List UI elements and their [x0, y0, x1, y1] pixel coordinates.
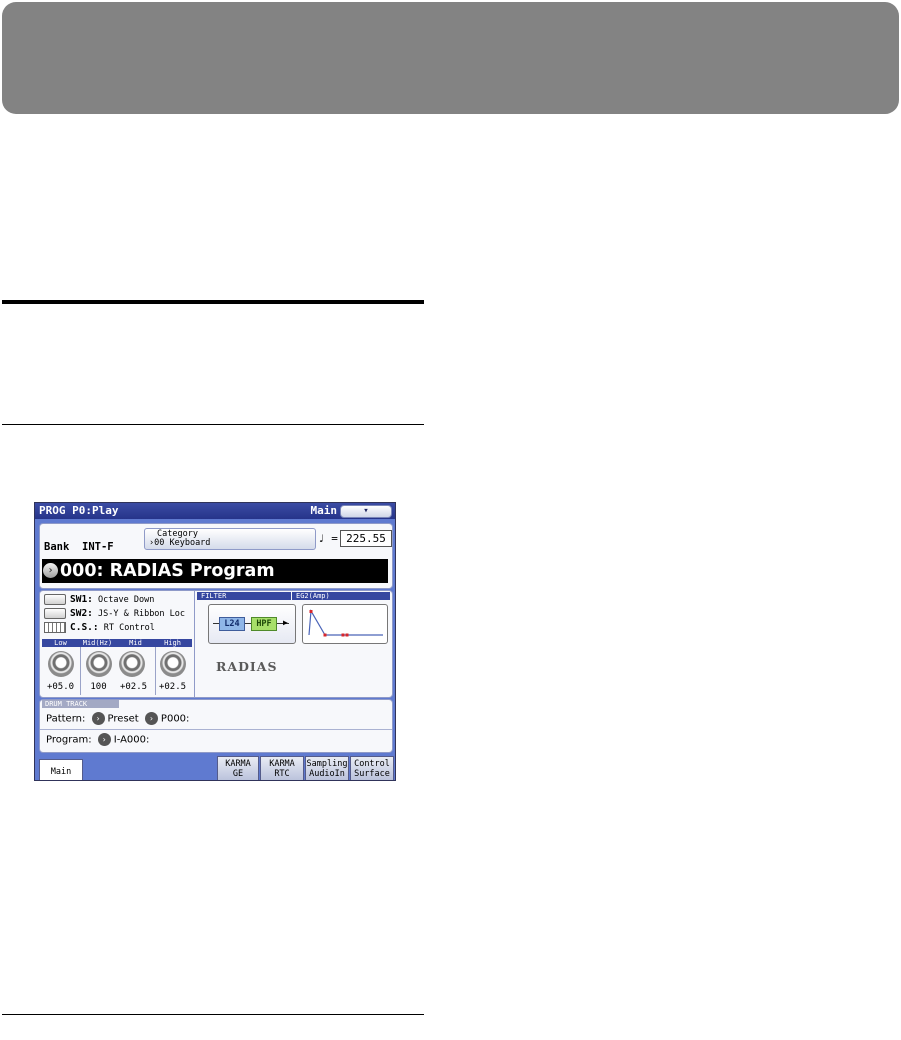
- eq-header: Low Mid(Hz) Mid High: [42, 639, 192, 647]
- pattern-source-arrow-icon[interactable]: ›: [91, 712, 105, 725]
- tab-karma-rtc[interactable]: KARMA RTC: [260, 756, 304, 780]
- cs-row[interactable]: C.S.: RT Control: [44, 622, 155, 634]
- control-surface-icon: [44, 622, 66, 633]
- chevron-down-icon: ▾: [363, 506, 369, 516]
- drum-program-row: Program: › I-A000:: [46, 733, 150, 746]
- eg-envelope-diagram[interactable]: [302, 604, 388, 644]
- program-name[interactable]: 000: RADIAS Program: [60, 559, 275, 583]
- tempo-note-icon: ♩ =: [318, 532, 338, 545]
- filter-hpf: HPF: [251, 617, 277, 631]
- page-menu-button[interactable]: ▾: [340, 505, 392, 518]
- controls-panel: SW1: Octave Down SW2: JS-Y & Ribbon Loc …: [39, 590, 393, 698]
- eq-high-value: +02.5: [158, 682, 187, 692]
- program-select-row[interactable]: › 000: RADIAS Program: [42, 559, 388, 583]
- filter-diagram[interactable]: L24 HPF ▶: [208, 604, 296, 644]
- page-tab-label: Main: [310, 504, 338, 517]
- category-selector[interactable]: Category ›00 Keyboard: [144, 528, 316, 550]
- tab-sampling-audioin[interactable]: Sampling AudioIn: [305, 756, 349, 780]
- section-rule: [2, 1014, 424, 1015]
- eq-label-low: Low: [54, 639, 67, 647]
- sw2-value: JS-Y & Ribbon Loc: [98, 609, 186, 619]
- tempo-field[interactable]: 225.55: [340, 530, 392, 547]
- envelope-graph: [308, 609, 383, 637]
- section-rule: [2, 424, 424, 425]
- filter-section-label: FILTER: [197, 592, 291, 600]
- sw1-row[interactable]: SW1: Octave Down: [44, 594, 154, 606]
- pattern-value[interactable]: P000:: [161, 714, 190, 725]
- drum-track-label: DRUM TRACK: [42, 700, 119, 708]
- arrow-right-icon: ▶: [283, 618, 288, 627]
- switch-icon: [44, 594, 66, 605]
- program-arrow-icon[interactable]: ›: [97, 733, 111, 746]
- section-rule: [2, 300, 424, 304]
- eq-low-value: +05.0: [46, 682, 75, 692]
- bank-label: Bank: [44, 541, 70, 553]
- header-band: [2, 2, 899, 114]
- program-select-icon[interactable]: ›: [43, 563, 58, 578]
- program-panel: Bank INT-F Category ›00 Keyboard ♩ = 225…: [39, 523, 393, 589]
- sw2-row[interactable]: SW2: JS-Y & Ribbon Loc: [44, 608, 185, 620]
- eq-mid-knob[interactable]: [119, 651, 145, 677]
- sw1-value: Octave Down: [98, 595, 155, 605]
- eg-section-label: EG2(Amp): [292, 592, 390, 600]
- pattern-arrow-icon[interactable]: ›: [144, 712, 158, 725]
- tab-karma-ge[interactable]: KARMA GE: [217, 756, 259, 780]
- radias-logo: RADIAS: [216, 659, 278, 674]
- mode-label: PROG: [39, 504, 66, 517]
- switch-icon: [44, 608, 66, 619]
- eq-mid-freq-knob[interactable]: [86, 651, 112, 677]
- eq-low-knob[interactable]: [48, 651, 74, 677]
- tab-control-surface[interactable]: Control Surface: [350, 756, 394, 780]
- eq-label-mid-hz: Mid(Hz): [82, 639, 113, 647]
- column-divider: [194, 591, 195, 697]
- drum-track-panel: DRUM TRACK Pattern: › Preset › P000: Progr…: [39, 699, 393, 753]
- eq-label-mid: Mid: [129, 639, 142, 647]
- title-bar: PROG P0:Play Main ▾: [35, 503, 395, 519]
- category-value: ›00 Keyboard: [149, 538, 211, 548]
- page-title: P0:Play: [72, 504, 119, 517]
- cs-value: RT Control: [103, 623, 155, 633]
- drum-program-value[interactable]: I-A000:: [114, 735, 150, 746]
- eq-high-knob[interactable]: [160, 651, 186, 677]
- pattern-source[interactable]: Preset: [108, 714, 139, 725]
- filter-l24: L24: [219, 617, 245, 631]
- tab-main[interactable]: Main: [39, 759, 83, 780]
- bank-value[interactable]: INT-F: [82, 541, 114, 553]
- tab-strip: Main KARMA GE KARMA RTC Sampling AudioIn Co…: [35, 754, 395, 780]
- eq-mid-value: +02.5: [119, 682, 148, 692]
- eq-label-high: High: [164, 639, 181, 647]
- synth-screen: PROG P0:Play Main ▾ Bank INT-F Category …: [34, 502, 396, 781]
- divider: [40, 729, 392, 730]
- pattern-row: Pattern: › Preset › P000:: [46, 712, 190, 725]
- eq-mid-freq-value: 100: [90, 682, 107, 692]
